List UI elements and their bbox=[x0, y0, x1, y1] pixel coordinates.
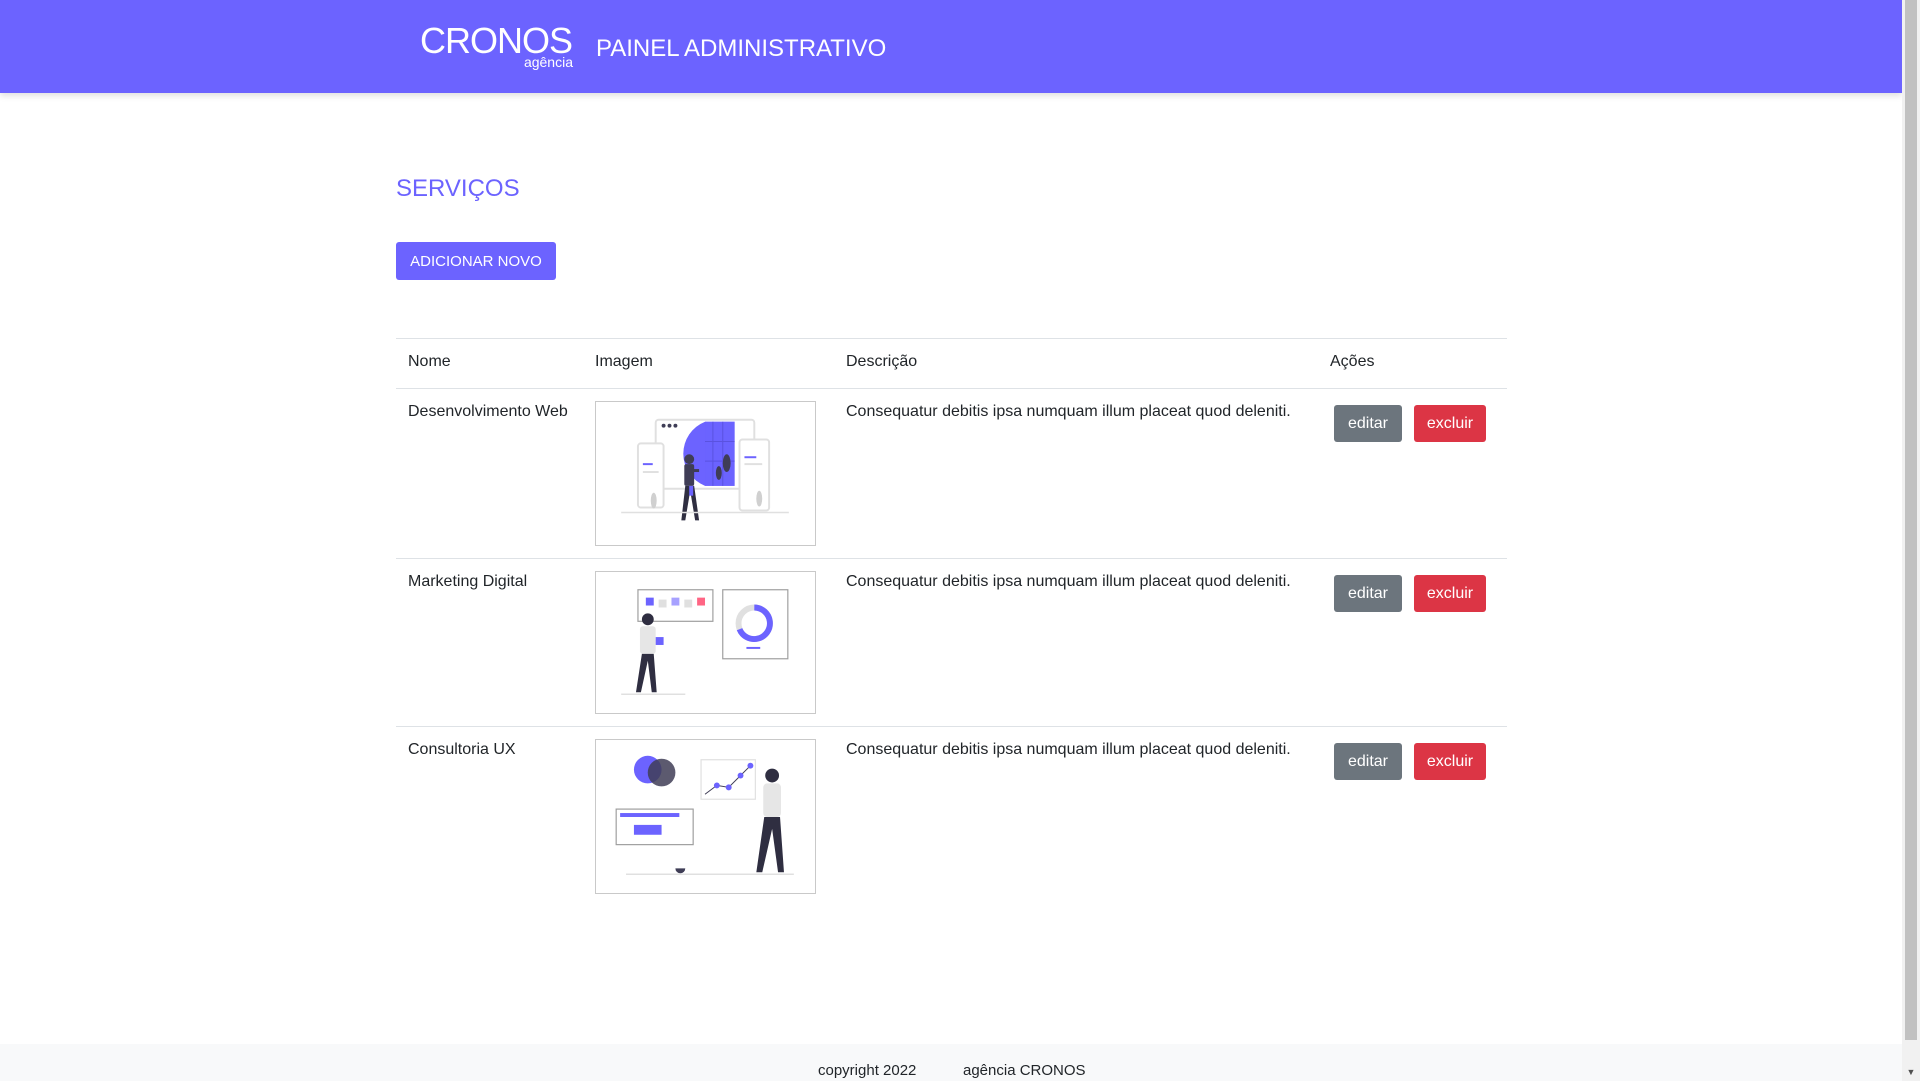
row-actions: editar excluir bbox=[1330, 571, 1495, 612]
row-actions: editar excluir bbox=[1330, 739, 1495, 780]
delete-button[interactable]: excluir bbox=[1414, 743, 1486, 780]
logo-subtitle: agência bbox=[523, 54, 573, 70]
table-row: Desenvolvimento Web Consequatur debitis … bbox=[396, 388, 1507, 559]
page-footer: copyright 2022 agência CRONOS bbox=[0, 1044, 1902, 1081]
delete-button[interactable]: excluir bbox=[1414, 405, 1486, 442]
service-actions-cell: editar excluir bbox=[1318, 388, 1507, 559]
service-description-cell: Consequatur debitis ipsa numquam illum p… bbox=[834, 558, 1318, 727]
web-development-illustration bbox=[595, 401, 816, 546]
row-actions: editar excluir bbox=[1330, 401, 1495, 442]
service-name: Marketing Digital bbox=[408, 573, 528, 590]
table-header-row: Nome Imagem Descrição Ações bbox=[396, 338, 1507, 389]
service-name: Consultoria UX bbox=[408, 741, 516, 758]
edit-button[interactable]: editar bbox=[1334, 743, 1402, 780]
add-new-button[interactable]: ADICIONAR NOVO bbox=[396, 242, 556, 280]
digital-marketing-illustration bbox=[595, 571, 816, 714]
cronos-logo[interactable]: CRONOS agência bbox=[420, 20, 575, 74]
service-description-cell: Consequatur debitis ipsa numquam illum p… bbox=[834, 726, 1318, 906]
service-description-cell: Consequatur debitis ipsa numquam illum p… bbox=[834, 388, 1318, 559]
column-header-imagem: Imagem bbox=[583, 338, 834, 389]
delete-button[interactable]: excluir bbox=[1414, 575, 1486, 612]
service-name: Desenvolvimento Web bbox=[408, 403, 568, 420]
service-actions-cell: editar excluir bbox=[1318, 726, 1507, 906]
services-table: Nome Imagem Descrição Ações Desenvolvime… bbox=[396, 338, 1507, 906]
service-description: Consequatur debitis ipsa numquam illum p… bbox=[846, 403, 1291, 420]
footer-copyright: copyright 2022 bbox=[818, 1062, 917, 1079]
footer-brand: agência CRONOS bbox=[963, 1062, 1086, 1079]
column-header-nome: Nome bbox=[396, 338, 583, 389]
column-header-acoes: Ações bbox=[1318, 338, 1507, 389]
service-description: Consequatur debitis ipsa numquam illum p… bbox=[846, 741, 1291, 758]
service-name-cell: Marketing Digital bbox=[396, 558, 583, 727]
scroll-down-arrow-icon[interactable]: ▼ bbox=[1902, 1063, 1920, 1081]
section-title: SERVIÇOS bbox=[396, 175, 520, 202]
top-header: CRONOS agência PAINEL ADMINISTRATIVO bbox=[0, 0, 1902, 93]
ux-consulting-illustration bbox=[595, 739, 816, 894]
service-image-cell bbox=[583, 388, 834, 559]
edit-button[interactable]: editar bbox=[1334, 405, 1402, 442]
vertical-scrollbar[interactable]: ▼ bbox=[1902, 0, 1920, 1081]
service-name-cell: Desenvolvimento Web bbox=[396, 388, 583, 559]
table-row: Consultoria UX Consequatur debitis ipsa … bbox=[396, 726, 1507, 906]
scrollbar-thumb[interactable] bbox=[1905, 0, 1917, 1040]
service-image-cell bbox=[583, 558, 834, 727]
service-image-cell bbox=[583, 726, 834, 906]
page-header-title: PAINEL ADMINISTRATIVO bbox=[596, 35, 887, 62]
page: CRONOS agência PAINEL ADMINISTRATIVO SER… bbox=[0, 0, 1902, 1081]
column-header-descricao: Descrição bbox=[834, 338, 1318, 389]
service-description: Consequatur debitis ipsa numquam illum p… bbox=[846, 573, 1291, 590]
service-actions-cell: editar excluir bbox=[1318, 558, 1507, 727]
edit-button[interactable]: editar bbox=[1334, 575, 1402, 612]
service-name-cell: Consultoria UX bbox=[396, 726, 583, 906]
table-row: Marketing Digital Consequatur debitis ip… bbox=[396, 558, 1507, 727]
